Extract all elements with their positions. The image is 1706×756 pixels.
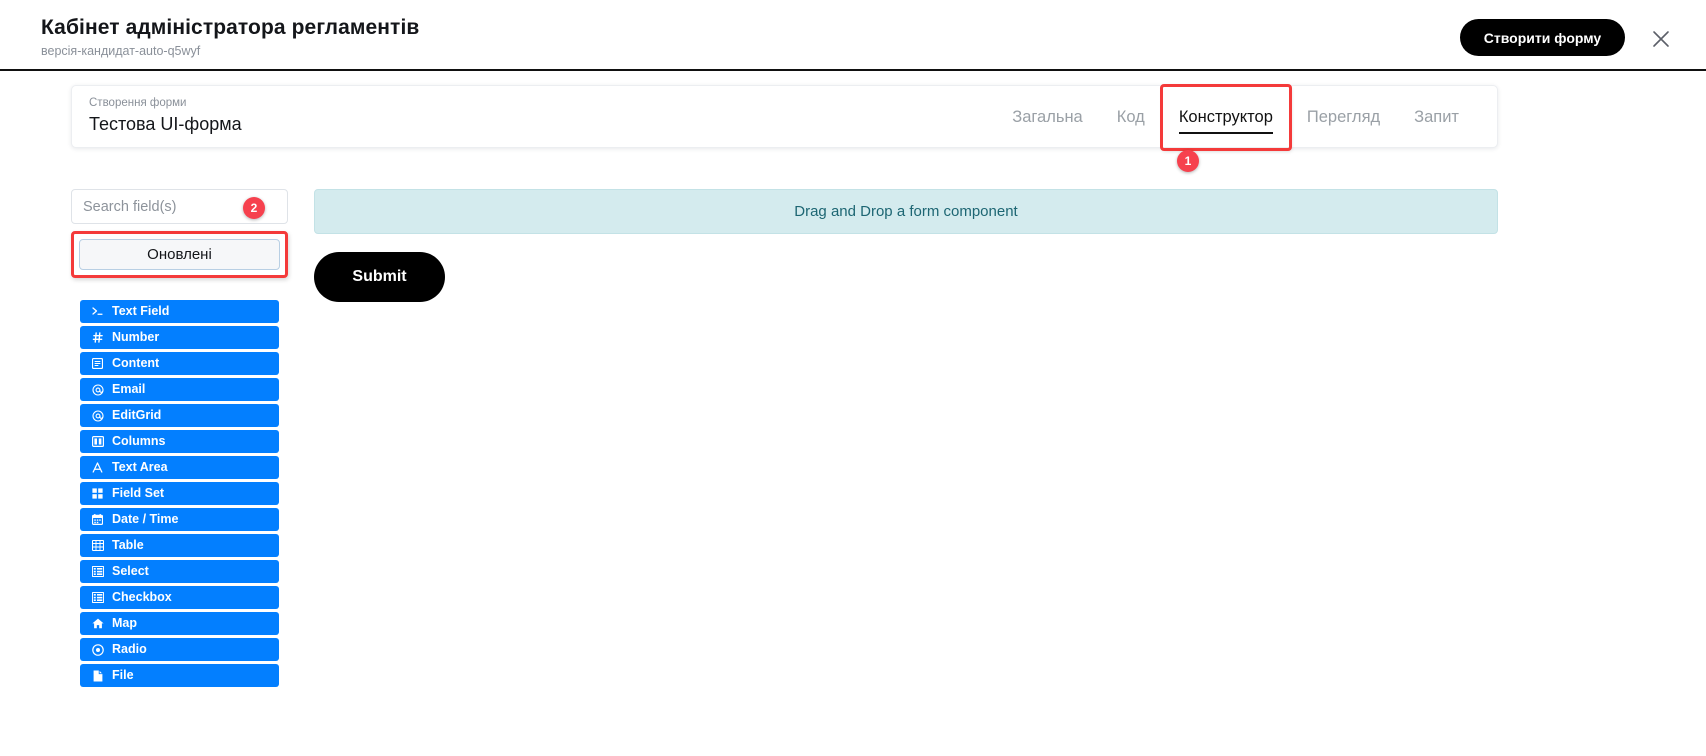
grid-squares-icon (89, 488, 106, 499)
component-label: Columns (112, 434, 166, 449)
component-content[interactable]: Content (80, 352, 279, 375)
component-label: Email (112, 382, 146, 397)
close-icon[interactable] (1648, 26, 1674, 52)
component-label: Field Set (112, 486, 165, 501)
content-icon (89, 358, 106, 369)
form-name: Тестова UI-форма (89, 114, 242, 134)
component-file[interactable]: File (80, 664, 279, 687)
tab-label: Запит (1414, 108, 1459, 126)
annotation-badge-1: 1 (1177, 150, 1199, 172)
component-columns[interactable]: Columns (80, 430, 279, 453)
tab-zapyt[interactable]: Запит (1397, 86, 1476, 149)
refresh-components-button[interactable]: Оновлені (79, 239, 280, 270)
component-checkbox[interactable]: Checkbox (80, 586, 279, 609)
tab-label: Код (1116, 108, 1145, 126)
dropzone-label: Drag and Drop a form component (794, 203, 1018, 220)
component-text-area[interactable]: Text Area (80, 456, 279, 479)
refresh-button-highlight: Оновлені (71, 231, 288, 278)
file-icon (89, 670, 106, 682)
component-field-set[interactable]: Field Set (80, 482, 279, 505)
component-label: Number (112, 330, 160, 345)
tab-pereglyad[interactable]: Перегляд (1290, 86, 1397, 149)
component-label: Table (112, 538, 144, 553)
calendar-icon (89, 514, 106, 525)
table-icon (89, 540, 106, 551)
radio-circle-icon (89, 643, 106, 656)
builder-sidebar: Оновлені Text Field Number Content Ema (71, 189, 288, 687)
tab-bar: Загальна Код Конструктор Перегляд Запит (995, 84, 1476, 151)
dropzone[interactable]: Drag and Drop a form component (314, 189, 1498, 234)
component-label: Map (112, 616, 137, 631)
terminal-icon (89, 306, 106, 317)
form-meta: Створення форми Тестова UI-форма (89, 96, 242, 136)
component-label: Date / Time (112, 512, 179, 527)
list-icon (89, 592, 106, 603)
component-palette: Text Field Number Content Email EditGrid (80, 300, 279, 687)
page-title: Кабінет адміністратора регламентів (41, 16, 420, 39)
component-date-time[interactable]: Date / Time (80, 508, 279, 531)
submit-button[interactable]: Submit (314, 252, 445, 302)
tab-label: Конструктор (1178, 108, 1273, 126)
app-version-label: версія-кандидат-auto-q5wyf (41, 44, 201, 58)
component-label: Radio (112, 642, 147, 657)
component-table[interactable]: Table (80, 534, 279, 557)
text-letter-icon (89, 462, 106, 473)
tab-active-underline (1178, 132, 1273, 134)
app-header: Кабінет адміністратора регламентів версі… (0, 0, 1706, 71)
component-label: Text Area (112, 460, 168, 475)
component-editgrid[interactable]: EditGrid (80, 404, 279, 427)
list-icon (89, 566, 106, 577)
component-label: Select (112, 564, 149, 579)
tab-label: Загальна (1012, 108, 1083, 126)
tab-zagalna[interactable]: Загальна (995, 86, 1100, 149)
form-section-label: Створення форми (89, 97, 187, 109)
component-select[interactable]: Select (80, 560, 279, 583)
component-label: EditGrid (112, 408, 162, 423)
at-sign-icon (89, 409, 106, 422)
component-label: Text Field (112, 304, 170, 319)
tab-kod[interactable]: Код (1100, 86, 1162, 149)
create-form-button[interactable]: Створити форму (1460, 19, 1625, 56)
form-bar: Створення форми Тестова UI-форма Загальн… (71, 84, 1498, 151)
component-label: File (112, 668, 134, 683)
tab-label: Перегляд (1306, 108, 1381, 126)
component-email[interactable]: Email (80, 378, 279, 401)
hashtag-icon (89, 332, 106, 343)
annotation-badge-2: 2 (243, 197, 265, 219)
header-title-block: Кабінет адміністратора регламентів версі… (41, 15, 419, 59)
component-label: Content (112, 356, 160, 371)
home-icon (89, 618, 106, 629)
columns-icon (89, 436, 106, 447)
tab-konstruktor[interactable]: Конструктор (1159, 84, 1292, 151)
form-canvas: Drag and Drop a form component Submit (314, 189, 1498, 302)
at-sign-icon (89, 383, 106, 396)
component-label: Checkbox (112, 590, 172, 605)
component-radio[interactable]: Radio (80, 638, 279, 661)
component-number[interactable]: Number (80, 326, 279, 349)
component-text-field[interactable]: Text Field (80, 300, 279, 323)
component-map[interactable]: Map (80, 612, 279, 635)
